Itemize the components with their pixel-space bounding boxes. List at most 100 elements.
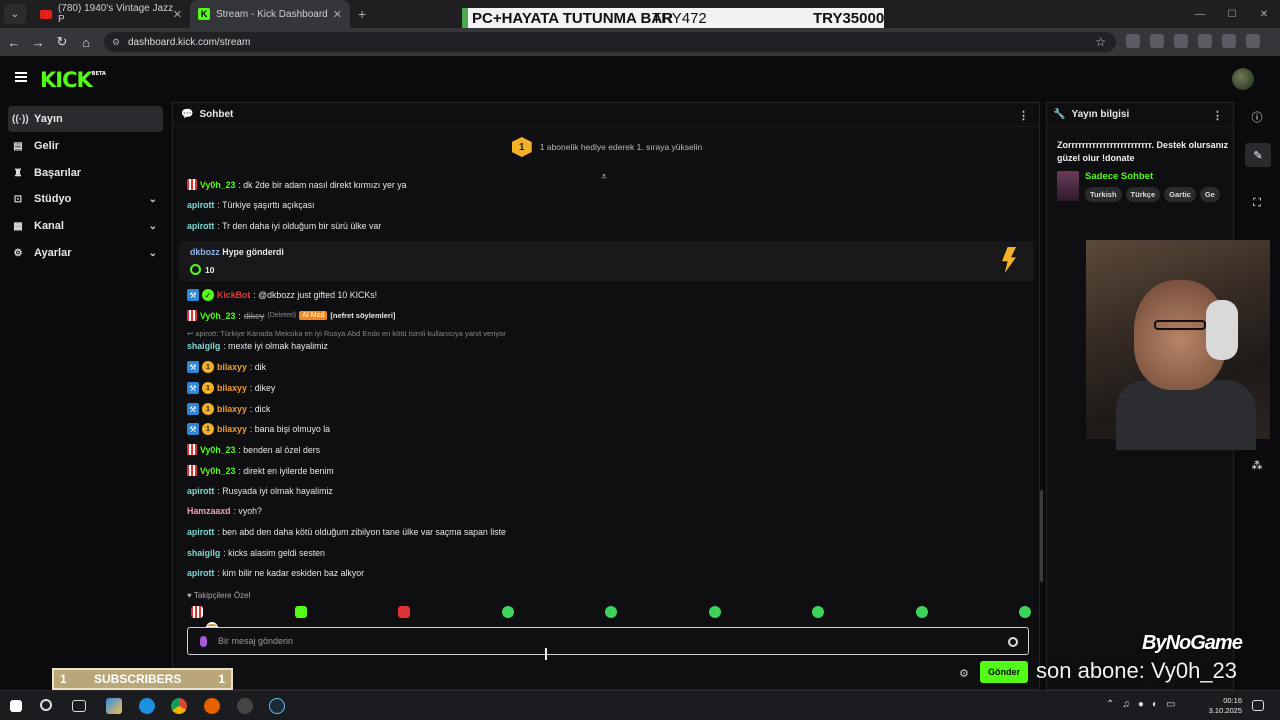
more-options-icon[interactable]: ⋮	[1018, 109, 1029, 122]
edge-icon[interactable]	[139, 698, 155, 714]
chat-username[interactable]: Vy0h_23	[200, 311, 235, 321]
microphone-icon[interactable]: ●	[1138, 699, 1144, 710]
close-icon[interactable]: ✕	[333, 8, 342, 21]
extension-icon[interactable]	[1126, 34, 1140, 48]
obs-icon[interactable]	[237, 698, 253, 714]
tag-chip[interactable]: Gartic	[1164, 187, 1196, 202]
gift-leaderboard-banner[interactable]: 1 1 abonelik hediye ederek 1. sıraya yük…	[173, 135, 1041, 159]
emote-icon[interactable]	[812, 606, 824, 618]
menu-icon[interactable]	[1246, 34, 1260, 48]
emote-icon[interactable]	[605, 606, 617, 618]
maximize-button[interactable]: ☐	[1216, 0, 1248, 28]
sidebar-item-kanal[interactable]: ▦ Kanal ⌄	[8, 213, 163, 239]
sidebar-item-gelir[interactable]: ▤ Gelir	[8, 133, 163, 159]
notification-icon[interactable]	[1252, 700, 1264, 711]
emote-icon[interactable]	[915, 606, 928, 618]
sidebar-item-studyo[interactable]: ⊡ Stüdyo ⌄	[8, 186, 163, 212]
chat-username[interactable]: apirott	[187, 568, 214, 578]
tag-chip[interactable]: Ge	[1199, 187, 1220, 202]
volume-icon[interactable]: ◐	[1152, 699, 1158, 710]
close-icon[interactable]: ✕	[173, 8, 182, 21]
minimize-button[interactable]: —	[1184, 0, 1216, 28]
chat-username[interactable]: shaigilg	[187, 341, 220, 351]
chevron-up-icon[interactable]: ⌃	[1106, 699, 1114, 710]
network-icon[interactable]: ▭	[1166, 699, 1175, 710]
back-icon[interactable]: ←	[2, 35, 26, 50]
avatar[interactable]	[1232, 68, 1254, 90]
chat-message-input[interactable]: Bir mesaj gönderin	[187, 627, 1029, 655]
sidebar-item-ayarlar[interactable]: ⚙ Ayarlar ⌄	[8, 240, 163, 266]
hamburger-menu-icon[interactable]	[15, 72, 27, 82]
subscriber-badge-icon: 1	[202, 403, 214, 415]
forward-icon[interactable]: →	[26, 35, 50, 50]
chat-username[interactable]: bilaxyy	[217, 424, 247, 434]
emote-icon[interactable]	[398, 606, 410, 618]
stream-category[interactable]: Sadece Sohbet	[1085, 171, 1153, 182]
tab-search-dropdown[interactable]: ⌄	[4, 4, 26, 24]
emote-icon[interactable]	[1019, 606, 1031, 618]
bookmark-star-icon[interactable]: ☆	[1095, 35, 1106, 49]
chat-username[interactable]: Vy0h_23	[200, 180, 235, 190]
chat-username[interactable]: KickBot	[217, 290, 250, 300]
task-view-icon[interactable]	[72, 700, 86, 712]
send-button[interactable]: Gönder	[980, 661, 1028, 683]
chat-username[interactable]: apirott	[187, 527, 214, 537]
profile-icon[interactable]	[1222, 34, 1236, 48]
emote-icon[interactable]	[191, 606, 203, 618]
chat-username[interactable]: shaigilg	[187, 548, 220, 558]
chat-username[interactable]: bilaxyy	[217, 362, 247, 372]
subs-label: SUBSCRIBERS	[94, 672, 182, 686]
chat-username[interactable]: dkbozz	[190, 247, 220, 257]
microphone-icon[interactable]	[200, 636, 207, 647]
sidebar-item-yayin[interactable]: ((·)) Yayın	[8, 106, 163, 132]
shield-icon[interactable]	[1150, 34, 1164, 48]
kick-logo[interactable]: KICKBETA	[40, 68, 106, 92]
tag-chip[interactable]: Türkçe	[1125, 187, 1161, 202]
sidebar-item-basarilar[interactable]: ♜ Başarılar	[8, 160, 163, 186]
new-tab-button[interactable]: +	[358, 6, 366, 22]
chat-username[interactable]: bilaxyy	[217, 383, 247, 393]
share-icon[interactable]: ⁂	[1250, 458, 1264, 472]
steam-icon[interactable]	[269, 698, 285, 714]
media-icon[interactable]	[1198, 34, 1212, 48]
crop-icon[interactable]: ⛶	[1250, 196, 1264, 210]
chat-text: : Türkiye şaşırttı açıkçası	[217, 200, 315, 210]
firefox-icon[interactable]	[204, 698, 220, 714]
url-field[interactable]: ⚙ dashboard.kick.com/stream ☆	[104, 32, 1116, 52]
reply-context-text: apirott: Türkiye Kanada Meksika en iyi R…	[195, 329, 506, 338]
chat-username[interactable]: Hamzaaxd	[187, 506, 231, 516]
windows-start-icon[interactable]	[10, 700, 22, 712]
chrome-icon[interactable]	[171, 698, 187, 714]
emote-icon[interactable]	[294, 606, 307, 618]
site-info-icon[interactable]: ⚙	[112, 37, 120, 48]
chat-username[interactable]: Vy0h_23	[200, 466, 235, 476]
browser-tab-kick[interactable]: K Stream - Kick Dashboard ✕	[190, 0, 350, 28]
chat-username[interactable]: apirott	[187, 200, 214, 210]
chat-header: 💬 Sohbet ⋮	[173, 103, 1039, 127]
info-icon[interactable]: ⓘ	[1250, 110, 1264, 124]
chat-username[interactable]: apirott	[187, 486, 214, 496]
search-icon[interactable]	[40, 699, 52, 711]
subscriber-badge-icon: 1	[202, 361, 214, 373]
close-window-button[interactable]: ✕	[1248, 0, 1280, 28]
emote-icon[interactable]	[501, 606, 514, 618]
chat-username[interactable]: bilaxyy	[217, 404, 247, 414]
emoji-icon[interactable]	[1008, 637, 1018, 647]
edit-icon[interactable]: ✎	[1245, 143, 1271, 167]
chat-scrollbar[interactable]	[1040, 490, 1043, 582]
chat-username[interactable]: Vy0h_23	[200, 445, 235, 455]
home-icon[interactable]: ⌂	[74, 35, 98, 50]
headset-icon[interactable]: ♫	[1122, 699, 1130, 710]
reload-icon[interactable]: ↻	[50, 34, 74, 50]
chat-username[interactable]: apirott	[187, 221, 214, 231]
copilot-icon[interactable]	[106, 698, 122, 714]
pinned-toggle-icon[interactable]: ⩡	[601, 171, 607, 184]
chat-settings-gear-icon[interactable]: ⚙	[959, 667, 969, 680]
tag-chip[interactable]: Turkish	[1085, 187, 1122, 202]
puzzle-icon[interactable]	[1174, 34, 1188, 48]
category-thumbnail[interactable]	[1057, 171, 1079, 201]
more-options-icon[interactable]: ⋮	[1212, 109, 1223, 122]
taskbar-clock[interactable]: 00:16 3.10.2025	[1200, 696, 1242, 716]
browser-tab-youtube[interactable]: (780) 1940's Vintage Jazz P ✕	[32, 0, 190, 28]
emote-icon[interactable]	[708, 606, 721, 618]
